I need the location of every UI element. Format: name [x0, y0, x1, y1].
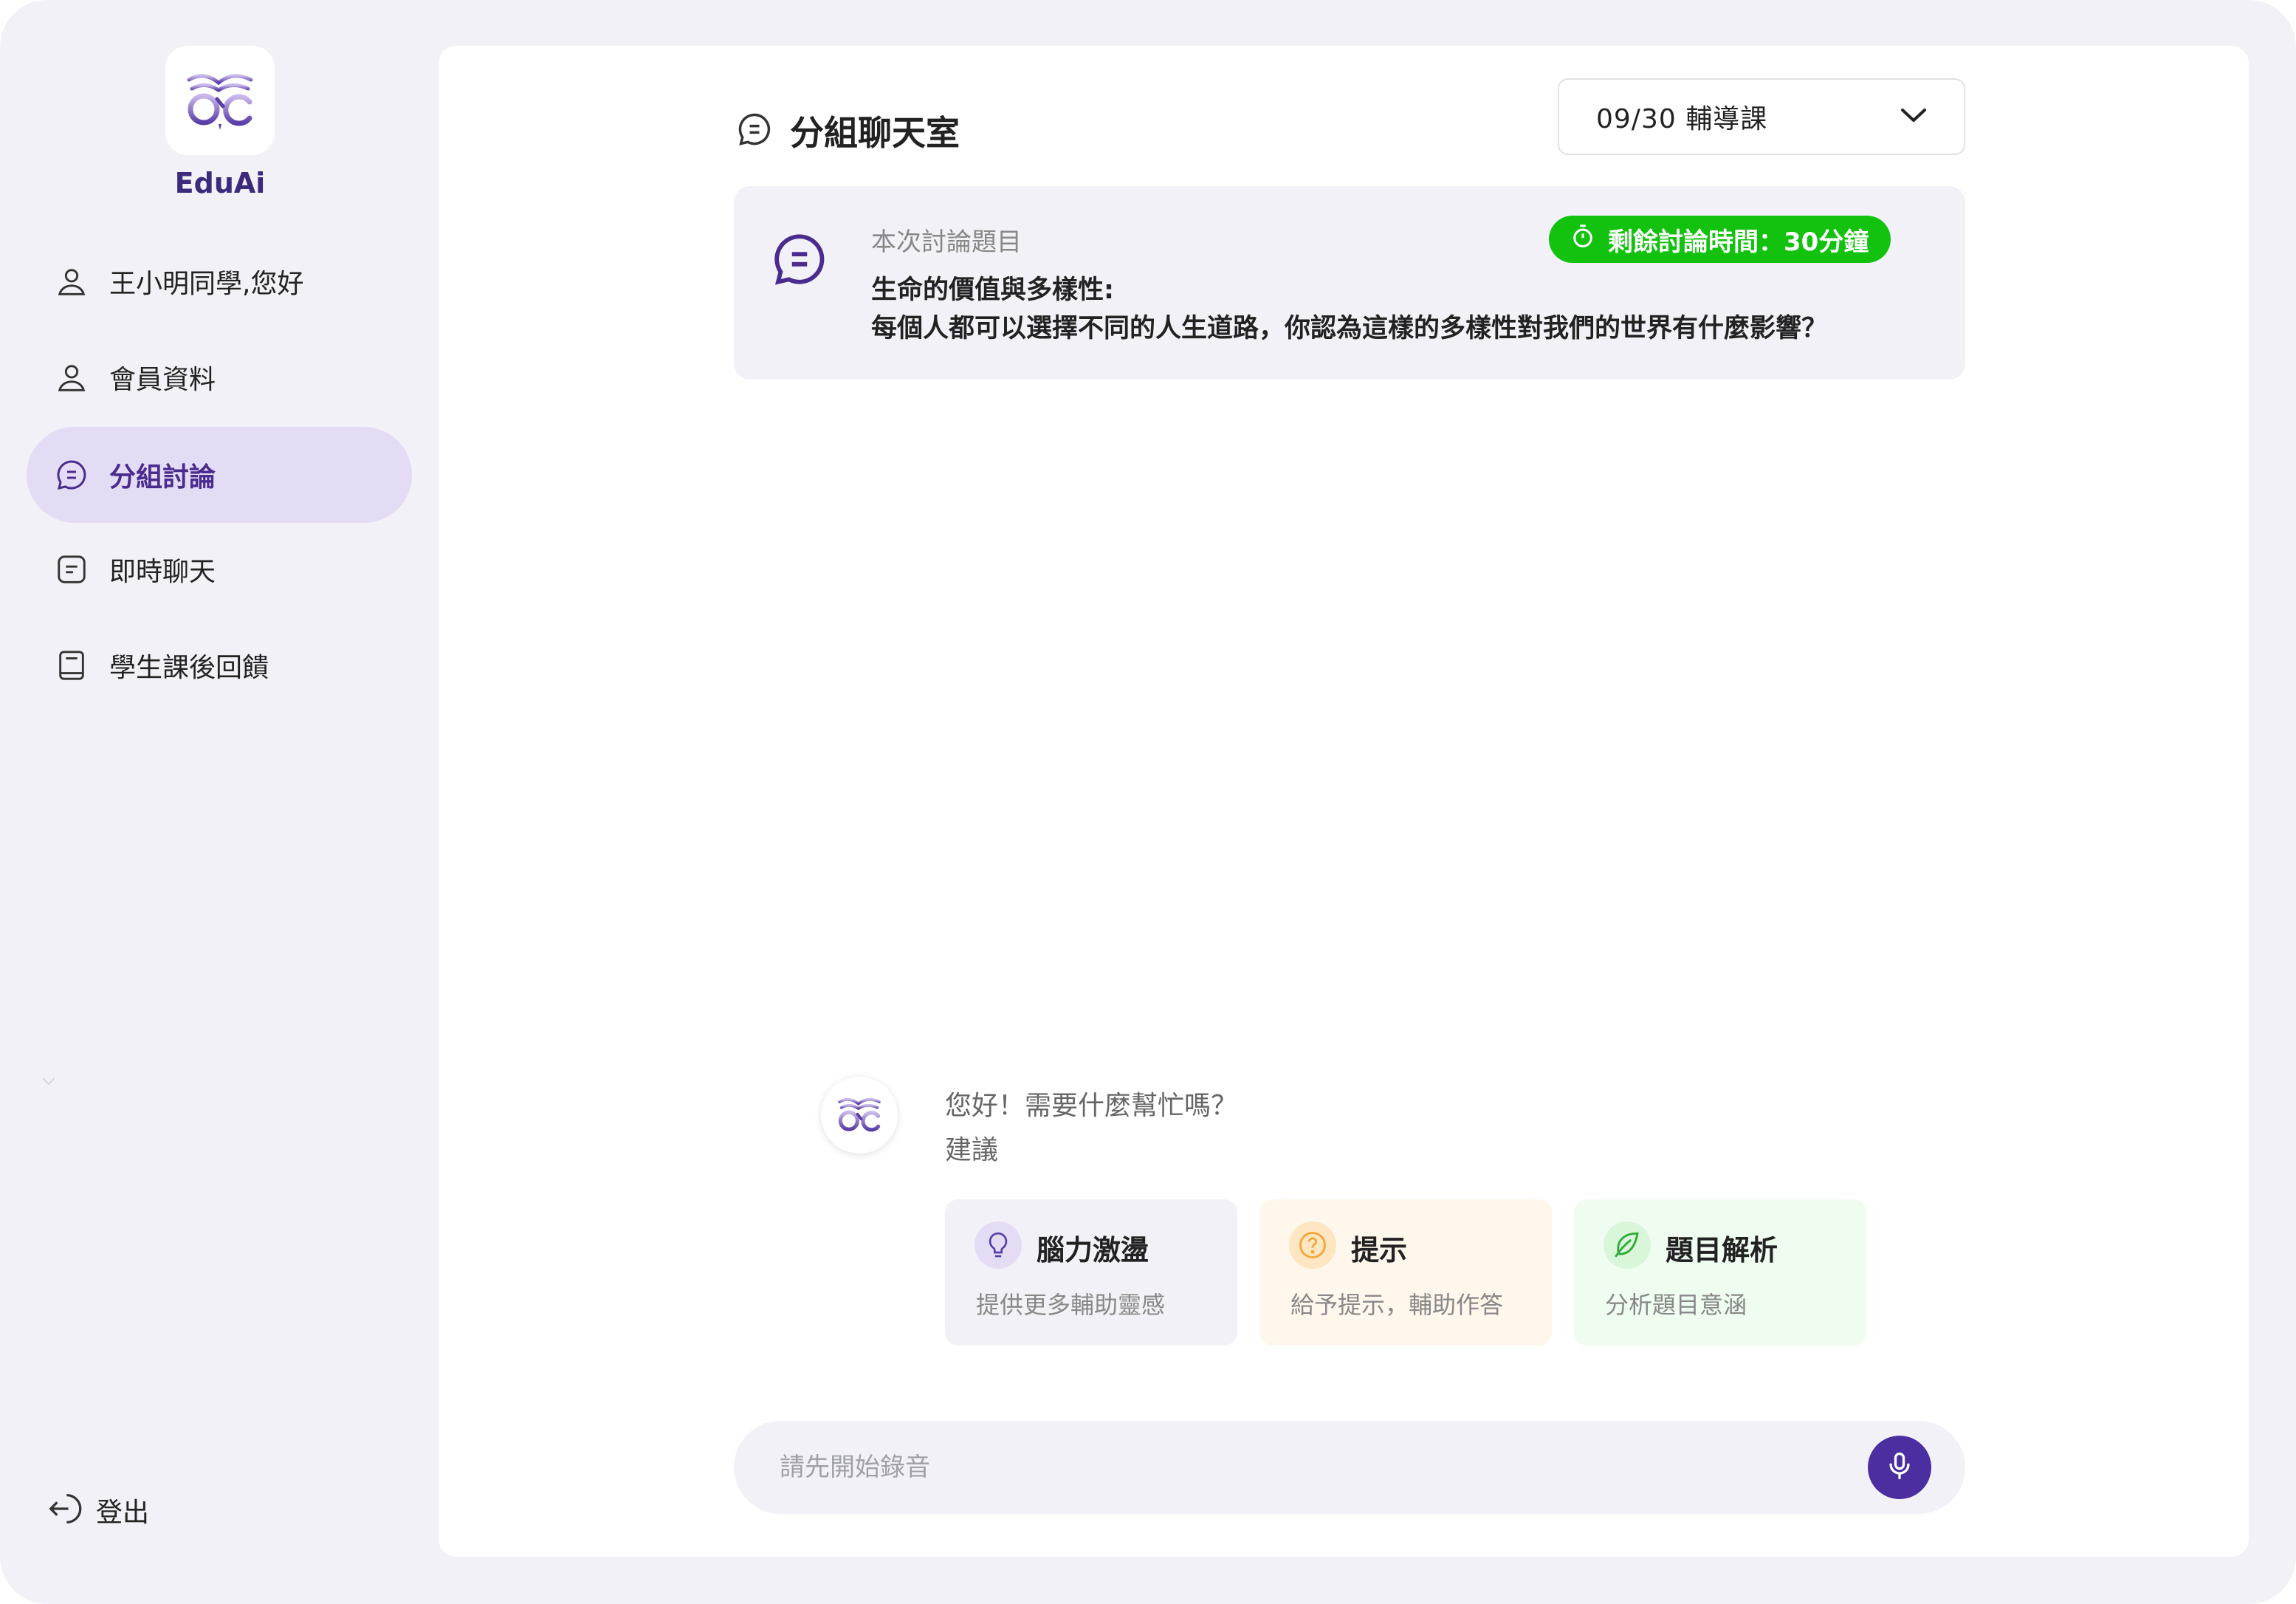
timer-badge: 剩餘討論時間：30分鐘 — [1549, 216, 1891, 263]
sidebar-item-label: 會員資料 — [109, 365, 216, 395]
app-logo — [165, 46, 275, 155]
sidebar-item-profile[interactable]: 會員資料 — [27, 329, 412, 425]
topic-caption: 本次討論題目 — [871, 227, 1022, 257]
chat-bubble-icon — [735, 110, 774, 151]
user-icon — [50, 260, 93, 303]
sidebar-item-greeting[interactable]: 王小明同學,您好 — [27, 233, 412, 329]
suggestion-brainstorm-button[interactable]: 腦力激盪 提供更多輔助靈感 — [945, 1199, 1237, 1346]
assistant-avatar — [821, 1077, 898, 1154]
session-dropdown[interactable]: 09/30 輔導課 — [1558, 78, 1965, 155]
chevron-down-icon — [1899, 106, 1928, 128]
message-input[interactable] — [778, 1442, 1812, 1493]
page-title-text: 分組聊天室 — [790, 113, 960, 153]
chat-bubble-icon — [50, 453, 93, 496]
main-panel: 分組聊天室 09/30 輔導課 本次討論題目 生命的價值與多樣性: 每個人都可以… — [439, 46, 2249, 1557]
sidebar-item-label: 即時聊天 — [109, 557, 216, 587]
user-icon — [50, 356, 93, 399]
message-square-icon — [50, 548, 93, 591]
suggestion-desc: 給予提示，輔助作答 — [1290, 1291, 1504, 1319]
app-window: EduAi 王小明同學,您好 會員資料 分組討論 即時聊天 學生課後回饋 登出 … — [0, 0, 2296, 1604]
sidebar-item-label: 分組討論 — [109, 462, 216, 493]
suggestion-desc: 提供更多輔助靈感 — [976, 1291, 1166, 1319]
topic-title: 生命的價值與多樣性: — [871, 275, 1114, 305]
logout-icon — [44, 1490, 83, 1531]
suggestion-desc: 分析題目意涵 — [1605, 1291, 1747, 1319]
question-circle-icon — [1289, 1221, 1336, 1269]
eduai-logo-icon — [838, 1097, 881, 1132]
stopwatch-icon — [1570, 223, 1596, 256]
leaf-icon — [1604, 1221, 1651, 1269]
discussion-topic-card: 本次討論題目 生命的價值與多樣性: 每個人都可以選擇不同的人生道路，你認為這樣的… — [734, 186, 1965, 380]
suggestion-analysis-button[interactable]: 題目解析 分析題目意涵 — [1574, 1199, 1866, 1346]
sidebar-item-group-discussion[interactable]: 分組討論 — [27, 427, 412, 523]
suggestion-title: 腦力激盪 — [1037, 1234, 1149, 1267]
eduai-logo-icon — [187, 74, 253, 130]
sidebar-item-live-chat[interactable]: 即時聊天 — [27, 521, 412, 617]
lightbulb-icon — [975, 1221, 1022, 1269]
assistant-greeting: 您好！需要什麼幫忙嗎？ — [945, 1091, 1238, 1121]
topic-question: 每個人都可以選擇不同的人生道路，你認為這樣的多樣性對我們的世界有什麼影響？ — [871, 314, 1828, 343]
microphone-icon — [1883, 1450, 1916, 1485]
sidebar-item-label: 學生課後回饋 — [109, 653, 269, 683]
chevron-down-icon[interactable] — [40, 1075, 58, 1090]
suggestion-title: 提示 — [1351, 1234, 1408, 1267]
message-input-bar — [734, 1421, 1965, 1514]
sidebar-item-feedback[interactable]: 學生課後回饋 — [27, 617, 412, 713]
timer-text: 剩餘討論時間：30分鐘 — [1608, 227, 1869, 257]
suggestion-hint-button[interactable]: 提示 給予提示，輔助作答 — [1259, 1199, 1552, 1346]
logout-button[interactable]: 登出 — [44, 1484, 149, 1536]
session-dropdown-value: 09/30 輔導課 — [1596, 104, 1768, 134]
record-button[interactable] — [1868, 1436, 1931, 1499]
logout-label: 登出 — [96, 1498, 150, 1528]
chat-bubble-icon — [769, 229, 830, 292]
suggestions-label: 建議 — [945, 1135, 999, 1165]
sidebar: EduAi 王小明同學,您好 會員資料 分組討論 即時聊天 學生課後回饋 登出 — [0, 0, 439, 1604]
sidebar-item-label: 王小明同學,您好 — [109, 269, 304, 299]
page-title: 分組聊天室 — [735, 97, 960, 164]
suggestion-title: 題目解析 — [1666, 1234, 1778, 1267]
book-icon — [50, 644, 93, 687]
brand-name: EduAi — [174, 167, 266, 199]
